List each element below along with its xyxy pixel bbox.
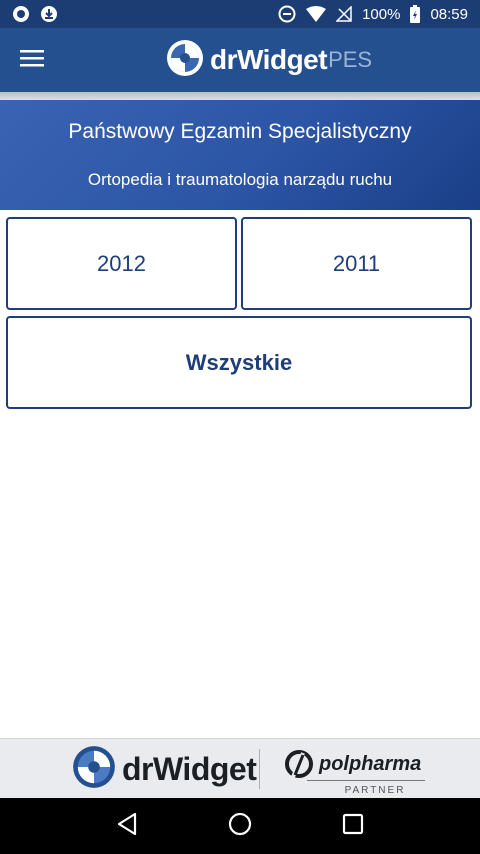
footer-drwidget-text: drWidget	[122, 750, 257, 787]
year-2012-label: 2012	[97, 250, 146, 276]
no-signal-icon	[336, 6, 352, 22]
status-bar: 100% 08:59	[0, 0, 480, 28]
polpharma-logo: polpharma PARTNER	[285, 747, 435, 796]
partner-banner[interactable]: drWidget polpharma PARTNER	[0, 738, 480, 798]
partner-label: PARTNER	[344, 785, 406, 796]
drwidget-logo-icon	[72, 745, 116, 794]
app-logo: drWidget PES	[166, 38, 372, 82]
year-2011-label: 2011	[332, 250, 381, 276]
logo-text: drWidget	[210, 44, 328, 75]
app-bar: drWidget PES	[0, 28, 480, 92]
hamburger-menu-icon	[20, 49, 44, 72]
system-nav-bar	[0, 798, 480, 854]
menu-button[interactable]	[0, 28, 64, 92]
recents-button[interactable]	[333, 806, 373, 846]
exam-header: Państwowy Egzamin Specjalistyczny Ortope…	[0, 100, 480, 210]
download-icon	[40, 5, 58, 23]
back-button[interactable]	[107, 806, 147, 846]
logo-suffix: PES	[328, 47, 373, 72]
specialty-subtitle: Ortopedia i traumatologia narządu ruchu	[87, 170, 393, 189]
drwidget-logo-icon	[166, 39, 204, 82]
footer-drwidget-logo: drWidget	[72, 745, 257, 794]
recents-square-icon	[342, 813, 364, 840]
exam-title: Państwowy Egzamin Specjalistyczny	[68, 120, 412, 143]
polpharma-underline	[307, 780, 425, 781]
year-2012-button[interactable]: 2012	[6, 217, 237, 310]
footer-divider	[259, 749, 260, 789]
home-circle-icon	[228, 812, 252, 841]
app-bar-shadow	[0, 92, 480, 100]
wifi-icon	[306, 6, 327, 22]
polpharma-logo-icon	[285, 749, 317, 784]
status-left	[12, 5, 58, 23]
home-button[interactable]	[220, 806, 260, 846]
all-years-button[interactable]: Wszystkie	[6, 316, 472, 409]
status-right: 100% 08:59	[278, 5, 468, 23]
year-2011-button[interactable]: 2011	[241, 217, 472, 310]
battery-percent: 100%	[362, 5, 401, 23]
clock: 08:59	[430, 5, 468, 23]
polpharma-text: polpharma	[319, 753, 422, 775]
back-triangle-icon	[116, 812, 138, 841]
all-years-label: Wszystkie	[185, 349, 293, 375]
do-not-disturb-icon	[278, 5, 296, 23]
notification-circle-icon	[12, 5, 30, 23]
battery-charging-icon	[410, 5, 421, 23]
